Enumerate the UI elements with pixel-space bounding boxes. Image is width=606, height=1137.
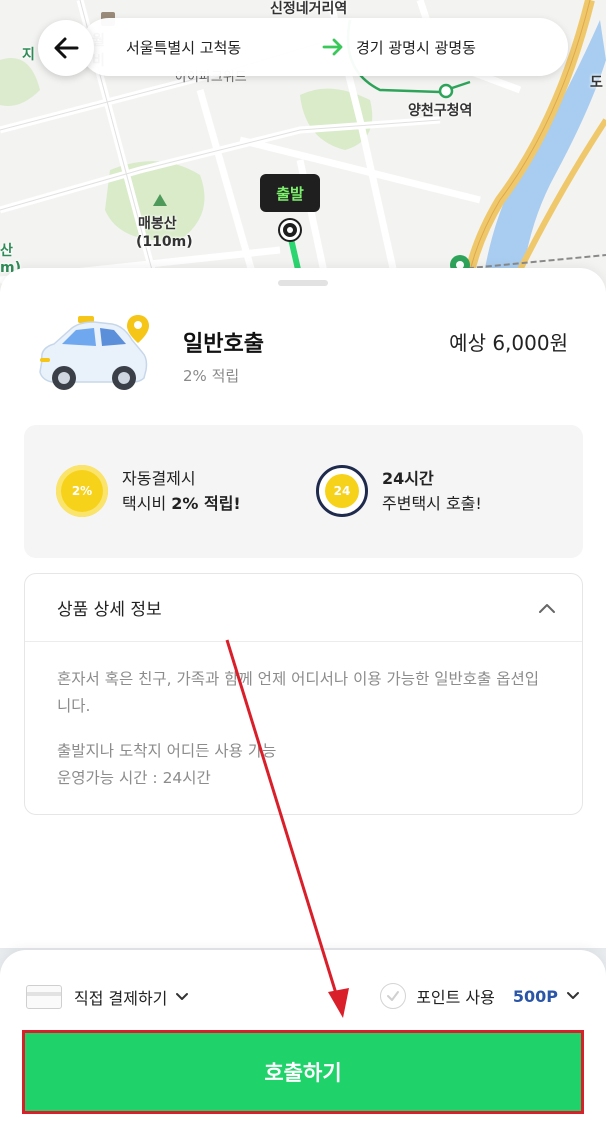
call-taxi-button[interactable]: 호출하기: [22, 1030, 584, 1114]
service-reward: 2% 적립: [183, 367, 240, 385]
details-paragraph: 혼자서 혹은 친구, 가족과 함께 언제 어디서나 이용 가능한 일반호출 옵션…: [57, 670, 539, 715]
route-origin: 서울특별시 고척동: [126, 38, 242, 57]
estimated-fare: 예상 6,000원: [449, 331, 568, 355]
benefit-line: 자동결제시: [122, 469, 196, 488]
service-sheet: 일반호출 2% 적립 예상 6,000원 2% 자동결제시 택시비 2% 적립!…: [0, 268, 606, 948]
benefit-highlight: 2% 적립!: [171, 494, 241, 513]
route-destination: 경기 광명시 광명동: [356, 38, 476, 57]
details-line: 운영가능 시간 : 24시간: [57, 769, 211, 787]
points-label: 포인트 사용: [416, 988, 495, 1007]
details-title: 상품 상세 정보: [57, 600, 162, 620]
map-label-partial: 지: [22, 47, 35, 63]
benefit-highlight: 24시간: [382, 469, 434, 488]
map-label-station: 양천구청역: [408, 103, 473, 119]
arrow-right-icon: [322, 38, 348, 56]
clock-24h-icon: 24: [316, 465, 368, 517]
payment-method-label: 직접 결제하기: [74, 989, 168, 1008]
benefit-24h: 24 24시간 주변택시 호출!: [316, 465, 482, 517]
product-details-accordion: 상품 상세 정보 혼자서 혹은 친구, 가족과 함께 언제 어디서나 이용 가능…: [24, 573, 583, 815]
benefit-line: 택시비: [122, 494, 172, 513]
coin-2-percent-icon: 2%: [56, 465, 108, 517]
service-name: 일반호출: [183, 332, 264, 357]
back-button[interactable]: [38, 20, 94, 76]
details-body: 혼자서 혹은 친구, 가족과 함께 언제 어디서나 이용 가능한 일반호출 옵션…: [25, 642, 582, 816]
map-label-mountain: 매봉산: [138, 216, 177, 232]
benefit-line: 주변택시 호출!: [382, 494, 482, 513]
credit-card-icon: [26, 985, 62, 1009]
map-label-partial: 산: [0, 243, 13, 259]
map-label-mountain-height: (110m): [136, 234, 193, 250]
chevron-up-icon[interactable]: [538, 602, 556, 614]
map-label-partial: 도: [590, 75, 603, 91]
chevron-down-icon: [566, 991, 580, 1001]
benefits-panel: 2% 자동결제시 택시비 2% 적립! 24 24시간 주변택시 호출!: [24, 425, 583, 558]
payment-method-selector[interactable]: 직접 결제하기: [26, 985, 189, 1009]
payment-bar: 직접 결제하기 포인트 사용 500P 호출하기: [0, 950, 606, 1137]
location-pin-icon: [127, 315, 149, 343]
route-summary-bar[interactable]: 서울특별시 고척동 경기 광명시 광명동: [80, 18, 568, 76]
map-label-station: 신정네거리역: [270, 1, 348, 17]
benefit-autopay: 2% 자동결제시 택시비 2% 적립!: [56, 465, 241, 517]
start-marker-tag: 출발: [260, 174, 320, 212]
points-value: 500P: [512, 986, 558, 1006]
chevron-down-icon: [175, 992, 189, 1002]
drag-handle[interactable]: [278, 280, 328, 286]
points-selector[interactable]: 포인트 사용 500P: [380, 983, 580, 1009]
arrow-left-icon: [54, 37, 79, 59]
details-line: 출발지나 도착지 어디든 사용 가능: [57, 742, 277, 760]
details-header[interactable]: 상품 상세 정보: [25, 574, 582, 642]
start-pin-icon: [280, 220, 300, 240]
checkmark-icon[interactable]: [380, 983, 407, 1009]
